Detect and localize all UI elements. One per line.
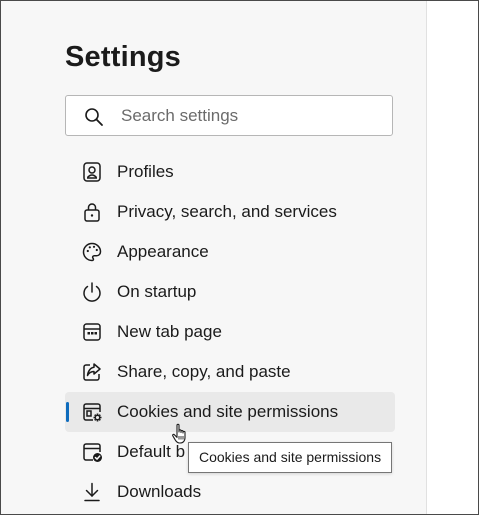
sidebar-item-label: Privacy, search, and services (117, 202, 337, 221)
search-box[interactable] (65, 95, 393, 136)
sidebar-item-label: Downloads (117, 482, 202, 501)
search-input[interactable] (121, 104, 381, 128)
lock-icon (81, 201, 103, 223)
search-icon (84, 107, 104, 127)
hand-pointer-cursor-icon (171, 422, 191, 446)
settings-window: Settings Profi (0, 0, 479, 515)
sidebar-item-downloads[interactable]: Downloads (65, 472, 395, 512)
palette-icon (81, 241, 103, 263)
sidebar-item-cookies-permissions[interactable]: Cookies and site permissions (65, 392, 395, 432)
sidebar-item-profiles[interactable]: Profiles (65, 152, 395, 192)
sidebar-item-label: On startup (117, 282, 197, 301)
page-title: Settings (65, 41, 181, 73)
sidebar-item-label: New tab page (117, 322, 222, 341)
cookie-permissions-icon (81, 401, 103, 423)
new-tab-icon (81, 321, 103, 343)
sidebar-item-privacy[interactable]: Privacy, search, and services (65, 192, 395, 232)
settings-sidebar: Settings Profi (1, 1, 426, 514)
profile-icon (81, 161, 103, 183)
sidebar-item-label: Profiles (117, 162, 174, 181)
sidebar-item-label: Share, copy, and paste (117, 362, 291, 381)
power-icon (81, 281, 103, 303)
settings-content-pane (427, 1, 478, 514)
tooltip: Cookies and site permissions (188, 442, 393, 473)
active-indicator (66, 402, 69, 422)
sidebar-item-label: Cookies and site permissions (117, 402, 339, 421)
sidebar-item-appearance[interactable]: Appearance (65, 232, 395, 272)
sidebar-item-on-startup[interactable]: On startup (65, 272, 395, 312)
download-icon (81, 481, 103, 503)
share-icon (81, 361, 103, 383)
sidebar-item-label: Appearance (117, 242, 209, 261)
sidebar-item-share-copy-paste[interactable]: Share, copy, and paste (65, 352, 395, 392)
sidebar-item-new-tab-page[interactable]: New tab page (65, 312, 395, 352)
default-browser-icon (81, 441, 103, 463)
